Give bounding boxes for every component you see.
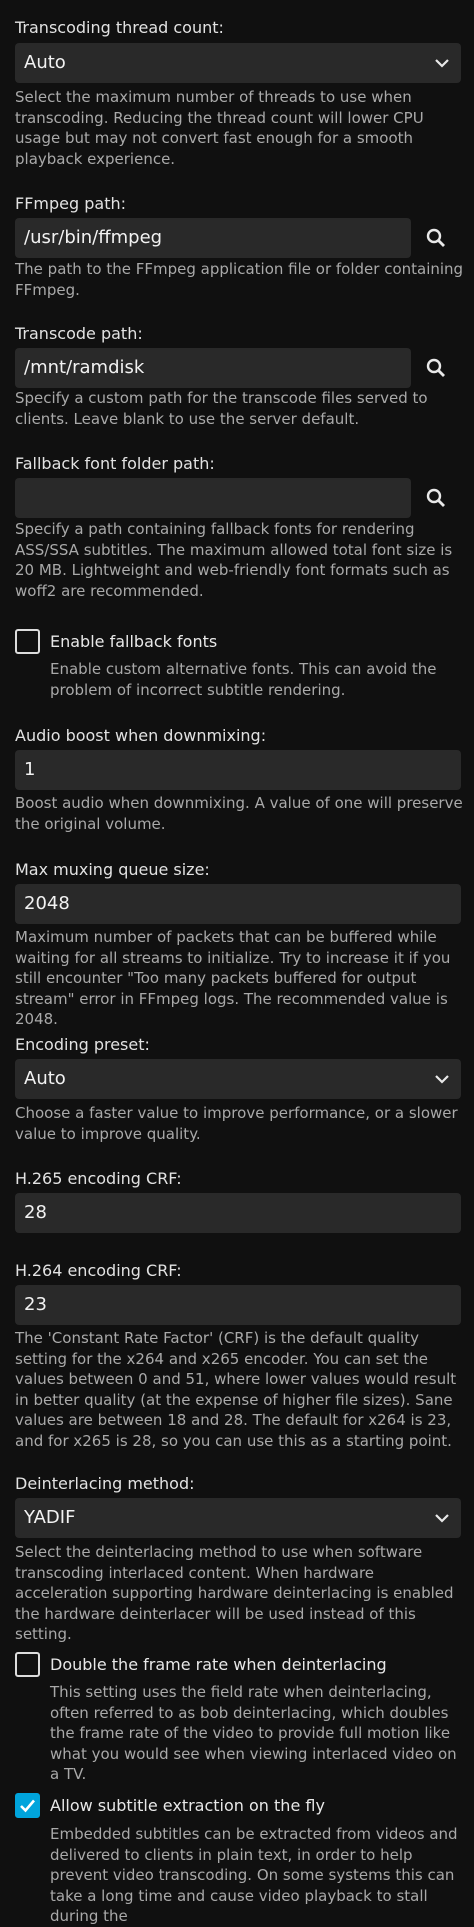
encoding-preset-help: Choose a faster value to improve perform… bbox=[15, 1104, 458, 1143]
double-frame-rate-checkbox[interactable] bbox=[15, 1652, 40, 1677]
deinterlacing-method-help: Select the deinterlacing method to use w… bbox=[15, 1543, 454, 1643]
enable-fallback-fonts-label: Enable fallback fonts bbox=[50, 632, 218, 651]
search-icon bbox=[426, 358, 445, 377]
enable-fallback-fonts-help: Enable custom alternative fonts. This ca… bbox=[50, 660, 437, 699]
max-muxing-queue-input[interactable]: 2048 bbox=[15, 884, 461, 924]
encoding-preset-select[interactable]: Auto bbox=[15, 1059, 461, 1099]
chevron-down-icon bbox=[435, 59, 449, 68]
double-frame-rate-help: This setting uses the field rate when de… bbox=[50, 1683, 457, 1783]
deinterlacing-method-label: Deinterlacing method: bbox=[15, 1474, 195, 1493]
subtitle-extraction-label: Allow subtitle extraction on the fly bbox=[50, 1796, 325, 1815]
h264-crf-help: The 'Constant Rate Factor' (CRF) is the … bbox=[15, 1329, 457, 1450]
enable-fallback-fonts-checkbox[interactable] bbox=[15, 629, 40, 654]
max-muxing-queue-label: Max muxing queue size: bbox=[15, 860, 210, 879]
h264-crf-input[interactable]: 23 bbox=[15, 1285, 461, 1325]
transcoding-thread-count-value: Auto bbox=[24, 52, 66, 73]
h264-crf-label: H.264 encoding CRF: bbox=[15, 1261, 182, 1280]
ffmpeg-path-label: FFmpeg path: bbox=[15, 194, 126, 213]
h265-crf-label: H.265 encoding CRF: bbox=[15, 1169, 182, 1188]
audio-boost-input[interactable]: 1 bbox=[15, 750, 461, 790]
subtitle-extraction-help: Embedded subtitles can be extracted from… bbox=[50, 1825, 458, 1925]
transcoding-thread-count-label: Transcoding thread count: bbox=[15, 18, 224, 37]
transcoding-thread-count-select[interactable]: Auto bbox=[15, 43, 461, 83]
transcoding-settings: Transcoding thread count: Auto Select th… bbox=[0, 0, 474, 1925]
fallback-font-path-help: Specify a path containing fallback fonts… bbox=[15, 520, 453, 600]
h265-crf-input[interactable]: 28 bbox=[15, 1193, 461, 1233]
fallback-font-path-label: Fallback font folder path: bbox=[15, 454, 215, 473]
chevron-down-icon bbox=[435, 1514, 449, 1523]
deinterlacing-method-select[interactable]: YADIF bbox=[15, 1498, 461, 1538]
audio-boost-label: Audio boost when downmixing: bbox=[15, 726, 267, 745]
encoding-preset-value: Auto bbox=[24, 1068, 66, 1089]
fallback-font-path-browse-button[interactable] bbox=[418, 480, 454, 516]
transcode-path-help: Specify a custom path for the transcode … bbox=[15, 389, 428, 428]
deinterlacing-method-value: YADIF bbox=[24, 1507, 76, 1528]
transcode-path-label: Transcode path: bbox=[15, 324, 143, 343]
double-frame-rate-label: Double the frame rate when deinterlacing bbox=[50, 1655, 387, 1674]
subtitle-extraction-checkbox[interactable] bbox=[15, 1793, 40, 1818]
ffmpeg-path-browse-button[interactable] bbox=[418, 220, 454, 256]
search-icon bbox=[426, 228, 445, 247]
max-muxing-queue-help: Maximum number of packets that can be bu… bbox=[15, 928, 451, 1028]
transcoding-thread-count-help: Select the maximum number of threads to … bbox=[15, 88, 424, 168]
audio-boost-help: Boost audio when downmixing. A value of … bbox=[15, 794, 463, 833]
transcode-path-browse-button[interactable] bbox=[418, 350, 454, 386]
transcode-path-input[interactable]: /mnt/ramdisk bbox=[15, 348, 411, 388]
fallback-font-path-input[interactable] bbox=[15, 478, 411, 518]
ffmpeg-path-help: The path to the FFmpeg application file … bbox=[15, 260, 464, 299]
search-icon bbox=[426, 488, 445, 507]
ffmpeg-path-input[interactable]: /usr/bin/ffmpeg bbox=[15, 218, 411, 258]
chevron-down-icon bbox=[435, 1075, 449, 1084]
encoding-preset-label: Encoding preset: bbox=[15, 1035, 150, 1054]
check-icon bbox=[20, 1799, 35, 1813]
